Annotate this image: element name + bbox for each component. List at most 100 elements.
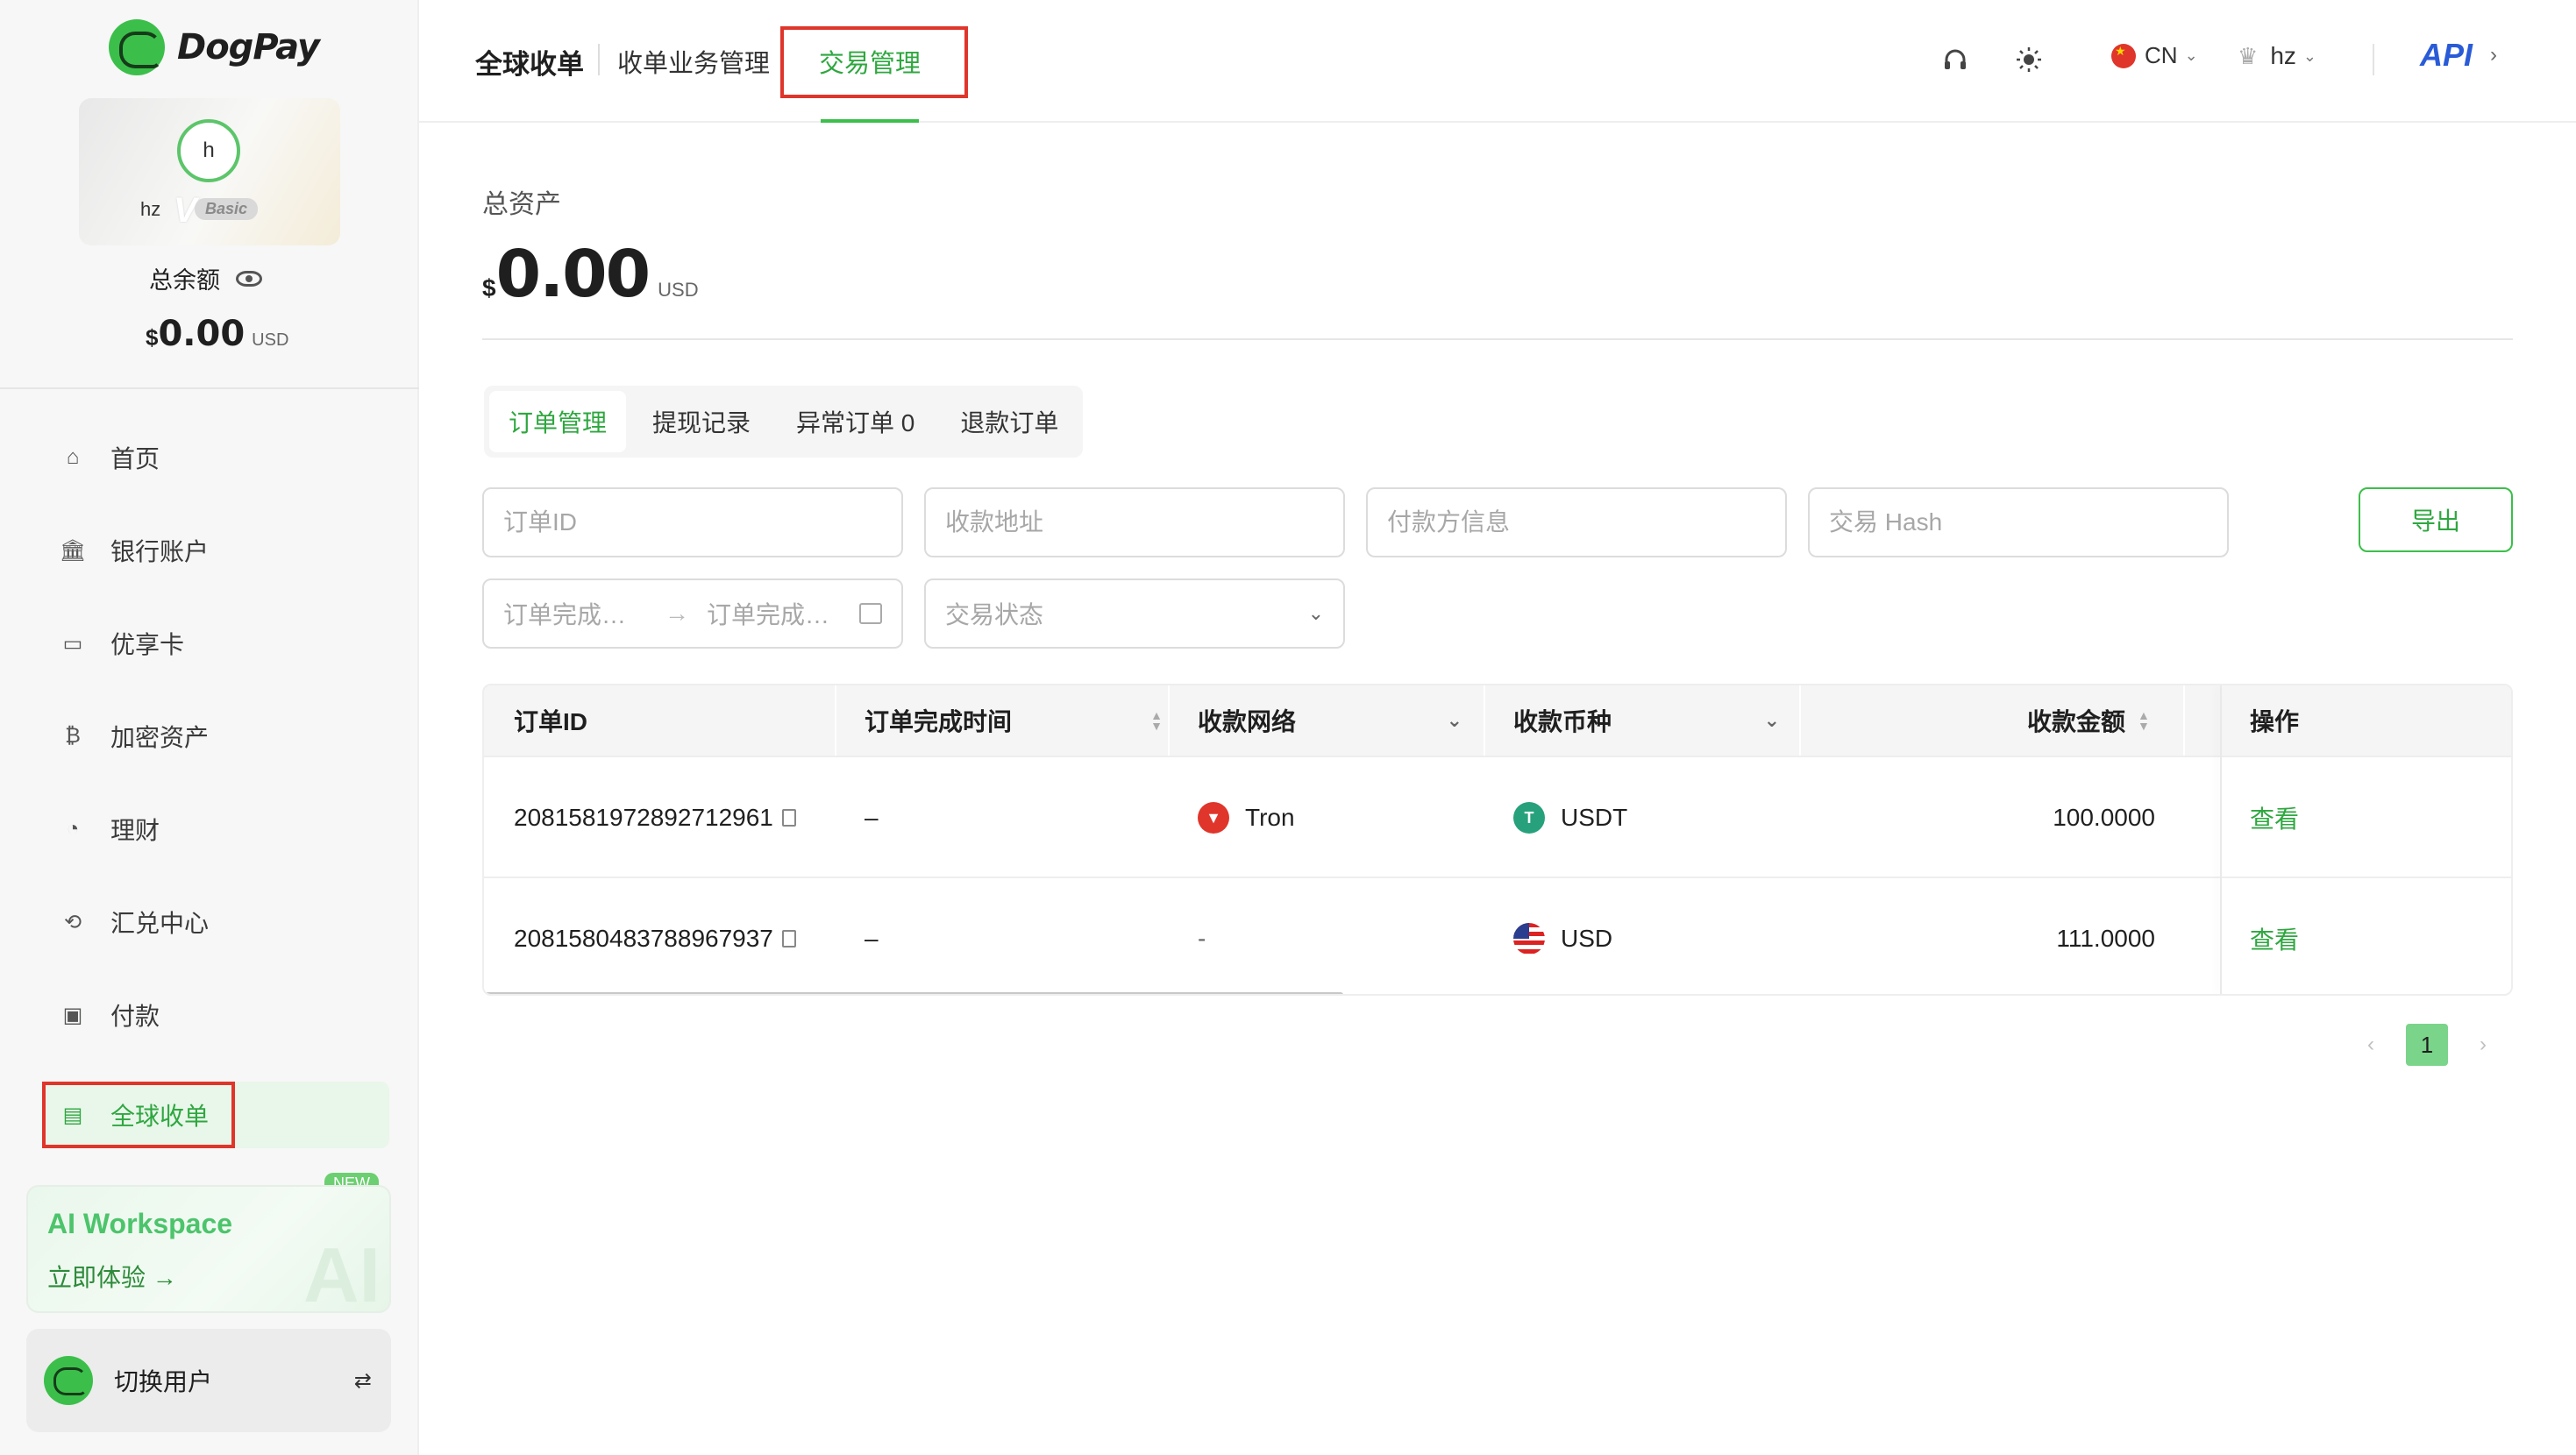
brand-logo[interactable]: DogPay bbox=[109, 18, 320, 77]
subtab-refund-orders[interactable]: 退款订单 bbox=[941, 391, 1078, 452]
transaction-hash-input[interactable] bbox=[1829, 508, 2208, 536]
user-menu[interactable]: ♛ hz ⌄ bbox=[2238, 42, 2316, 70]
swap-icon: ⇄ bbox=[353, 1368, 372, 1393]
order-id-filter bbox=[482, 487, 903, 557]
sidebar-item-label: 理财 bbox=[110, 817, 160, 844]
home-icon: ⌂ bbox=[66, 445, 80, 469]
api-link[interactable]: API › bbox=[2420, 37, 2497, 74]
address-filter bbox=[924, 487, 1345, 557]
api-label: API bbox=[2420, 37, 2473, 73]
vip-v-mark: V bbox=[174, 191, 197, 230]
dogpay-logo-icon bbox=[109, 19, 165, 75]
copy-icon[interactable] bbox=[781, 930, 796, 948]
page-1-button[interactable]: 1 bbox=[2406, 1024, 2448, 1066]
assets-unit: USD bbox=[658, 279, 699, 301]
export-button[interactable]: 导出 bbox=[2359, 487, 2513, 552]
header-username: hz bbox=[2270, 42, 2296, 69]
ai-workspace-card[interactable]: AI AI Workspace 立即体验 → bbox=[26, 1185, 391, 1318]
sidebar-item-label: 首页 bbox=[110, 445, 160, 472]
ai-workspace-title: AI Workspace bbox=[47, 1208, 233, 1239]
next-page-button[interactable]: › bbox=[2480, 1033, 2487, 1057]
highlight-box-global-acquiring bbox=[42, 1082, 235, 1148]
date-end-field[interactable]: 订单完成… bbox=[707, 596, 850, 631]
language-selector[interactable]: CN ⌄ bbox=[2111, 42, 2198, 69]
bank-icon: 🏛 bbox=[59, 538, 87, 563]
sidebar-item-1[interactable]: 🏛 银行账户 bbox=[42, 517, 389, 584]
assets-symbol: $ bbox=[482, 274, 496, 302]
transaction-status-select[interactable]: 交易状态 ⌄ bbox=[924, 578, 1345, 649]
sidebar-item-6[interactable]: ▣ 付款 bbox=[42, 982, 389, 1048]
payer-info-input[interactable] bbox=[1387, 508, 1766, 536]
ai-try-now-link[interactable]: 立即体验 → bbox=[47, 1259, 177, 1294]
tab-acquiring-business[interactable]: 收单业务管理 bbox=[617, 0, 770, 123]
column-separator bbox=[1168, 685, 1170, 756]
network-cell: - bbox=[1198, 925, 1206, 952]
copy-icon[interactable] bbox=[781, 809, 796, 827]
chevron-down-icon[interactable]: ⌄ bbox=[1447, 709, 1462, 732]
sun-icon[interactable] bbox=[2010, 40, 2048, 79]
column-separator bbox=[1799, 685, 1801, 756]
balance-label: 总余额 bbox=[149, 267, 220, 294]
order-id-input[interactable] bbox=[503, 508, 882, 536]
subtab-withdrawal-records[interactable]: 提现记录 bbox=[633, 391, 770, 452]
highlight-box-transaction-tab bbox=[780, 26, 968, 98]
fixed-column-shadow bbox=[2220, 685, 2222, 994]
brand-name: DogPay bbox=[177, 27, 320, 67]
receiving-address-input[interactable] bbox=[945, 508, 1324, 536]
balance-symbol: $ bbox=[146, 324, 159, 351]
headset-icon[interactable] bbox=[1936, 40, 1975, 79]
eye-icon[interactable] bbox=[236, 270, 262, 287]
prev-page-button[interactable]: ‹ bbox=[2367, 1033, 2374, 1057]
table-row: 2081581972892712961 – ▼ Tron T USDT 100.… bbox=[484, 756, 2511, 877]
date-start-field[interactable]: 订单完成… bbox=[503, 596, 647, 631]
switch-user-button[interactable]: 切换用户 ⇄ bbox=[26, 1329, 391, 1432]
wallet-icon: ▣ bbox=[62, 1003, 83, 1027]
status-select-placeholder: 交易状态 bbox=[945, 601, 1044, 628]
ai-watermark: AI bbox=[303, 1231, 381, 1318]
table-header: 订单ID 订单完成时间 ▲ ▼ 收款网络 ⌄ 收款币种 ⌄ 收款金额 ▲ ▼ 操作 bbox=[484, 685, 2511, 756]
chevron-down-icon: ⌄ bbox=[2302, 46, 2316, 65]
us-flag-icon bbox=[1513, 923, 1545, 955]
chevron-down-icon[interactable]: ⌄ bbox=[1764, 709, 1780, 732]
view-link[interactable]: 查看 bbox=[2250, 878, 2299, 994]
active-tab-indicator bbox=[821, 119, 919, 123]
sidebar-item-2[interactable]: ▭ 优享卡 bbox=[42, 610, 389, 677]
user-membership-card[interactable]: h hz V Basic bbox=[79, 98, 340, 245]
tron-icon: ▼ bbox=[1198, 802, 1229, 834]
view-link[interactable]: 查看 bbox=[2250, 757, 2299, 878]
assets-divider bbox=[482, 338, 2513, 340]
currency-cell: T USDT bbox=[1513, 757, 1627, 878]
chevron-down-icon: ⌄ bbox=[2184, 46, 2198, 64]
sort-icon[interactable]: ▲ ▼ bbox=[2138, 709, 2150, 732]
completed-time-cell: – bbox=[865, 804, 879, 831]
language-code: CN bbox=[2145, 42, 2178, 68]
column-amount[interactable]: 收款金额 ▲ ▼ bbox=[2027, 685, 2150, 756]
sidebar-item-3[interactable]: ₿ 加密资产 bbox=[42, 703, 389, 770]
sidebar-item-0[interactable]: ⌂ 首页 bbox=[42, 424, 389, 491]
column-separator bbox=[1484, 685, 1485, 756]
amount-cell: 100.0000 bbox=[2053, 804, 2155, 831]
network-cell: ▼ Tron bbox=[1198, 757, 1295, 878]
subtab-abnormal-orders[interactable]: 异常订单 0 bbox=[777, 391, 934, 452]
sidebar-item-5[interactable]: ⟲ 汇兑中心 bbox=[42, 889, 389, 955]
column-order-id: 订单ID bbox=[514, 708, 588, 735]
orders-table: 订单ID 订单完成时间 ▲ ▼ 收款网络 ⌄ 收款币种 ⌄ 收款金额 ▲ ▼ 操作 bbox=[482, 684, 2513, 996]
finance-chart-icon: ◔ bbox=[66, 817, 80, 841]
top-bar: 全球收单 收单业务管理 交易管理 CN ⌄ ♛ hz ⌄ API › bbox=[419, 0, 2576, 123]
section-title: 全球收单 bbox=[475, 48, 584, 80]
avatar: h bbox=[177, 119, 240, 182]
sort-icon[interactable]: ▲ ▼ bbox=[1150, 709, 1163, 732]
balance-label-row: 总余额 bbox=[149, 261, 262, 295]
horizontal-scrollbar[interactable] bbox=[484, 992, 1343, 994]
sidebar-item-label: 银行账户 bbox=[110, 538, 210, 565]
pagination: ‹ 1 › bbox=[2367, 1024, 2487, 1066]
subtab-order-management[interactable]: 订单管理 bbox=[489, 391, 627, 452]
sidebar-item-label: 加密资产 bbox=[110, 724, 210, 751]
sidebar-item-4[interactable]: ◔ 理财 bbox=[42, 796, 389, 862]
arrow-right-icon: → bbox=[665, 600, 689, 627]
card-username: hz bbox=[140, 198, 161, 220]
sidebar-item-label: 汇兑中心 bbox=[110, 910, 210, 937]
completion-date-range-picker[interactable]: 订单完成… → 订单完成… bbox=[482, 578, 903, 649]
column-completed-time[interactable]: 订单完成时间 ▲ ▼ bbox=[865, 685, 1163, 756]
china-flag-icon bbox=[2111, 43, 2136, 68]
